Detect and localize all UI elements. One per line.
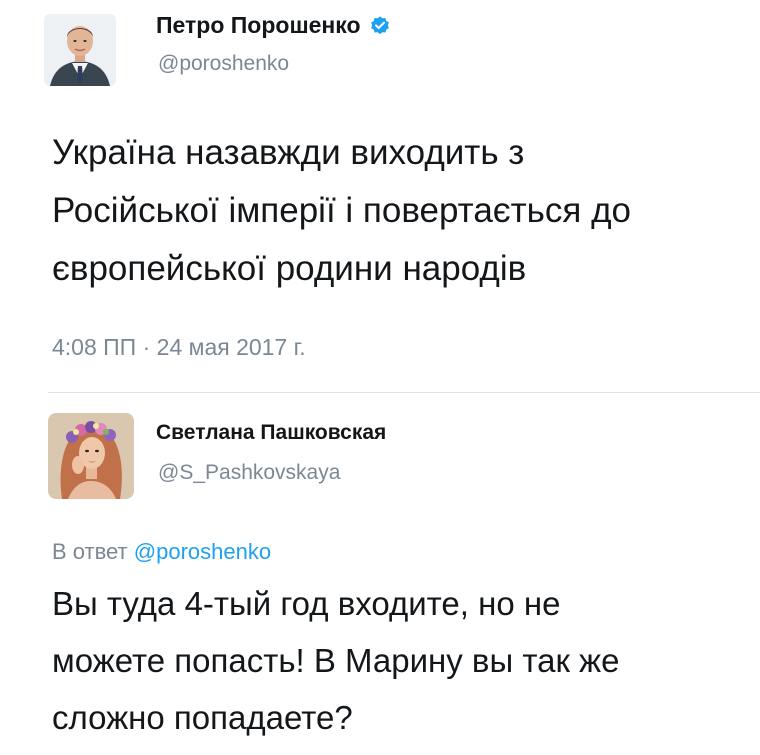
- portrait-avatar-man-icon: [44, 14, 116, 86]
- author-name-row: Петро Порошенко: [156, 12, 391, 39]
- main-tweet: Петро Порошенко @poroshenko Україна наза…: [0, 0, 760, 393]
- reply-text: Вы туда 4-тый год входите, но не можете …: [52, 585, 620, 736]
- reply-author-display-name[interactable]: Светлана Пашковская: [156, 421, 386, 445]
- author-avatar[interactable]: [44, 14, 116, 86]
- author-display-name[interactable]: Петро Порошенко: [156, 12, 361, 39]
- reply-prefix: В ответ: [52, 539, 128, 564]
- tweet-text: Україна назавжди виходить з Російської і…: [52, 133, 631, 288]
- reply-author-handle[interactable]: @S_Pashkovskaya: [158, 461, 340, 485]
- tweet-timestamp[interactable]: 4:08 ПП · 24 мая 2017 г.: [52, 334, 306, 361]
- reply-context: В ответ @poroshenko: [52, 539, 271, 565]
- portrait-avatar-woman-flower-wreath-icon: [48, 413, 134, 499]
- reply-mention-link[interactable]: @poroshenko: [134, 539, 271, 564]
- reply-author-avatar[interactable]: [48, 413, 134, 499]
- verified-badge-icon: [370, 15, 389, 34]
- author-handle[interactable]: @poroshenko: [158, 52, 289, 76]
- reply-author-name-row: Светлана Пашковская: [156, 421, 386, 445]
- reply-tweet: Светлана Пашковская @S_Pashkovskaya В от…: [0, 403, 760, 755]
- divider: [48, 392, 760, 393]
